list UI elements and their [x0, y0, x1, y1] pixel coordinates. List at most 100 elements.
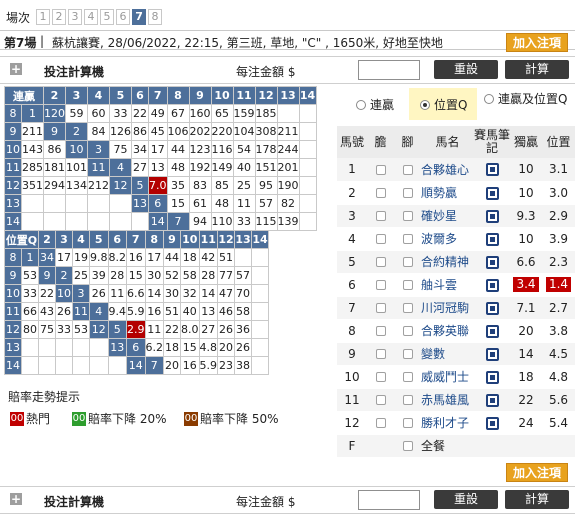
- leg-checkbox[interactable]: [402, 280, 413, 290]
- odds-cell[interactable]: 9.8: [89, 248, 109, 267]
- odds-cell[interactable]: 84: [87, 122, 110, 141]
- odds-cell[interactable]: 244: [276, 140, 300, 159]
- odds-cell[interactable]: 59: [65, 104, 88, 123]
- leg-checkbox-cell[interactable]: [394, 158, 421, 182]
- odds-cell[interactable]: 178: [254, 140, 278, 159]
- horse-name-link[interactable]: 威威鬥士: [421, 370, 469, 384]
- odds-cell[interactable]: 35: [166, 176, 190, 195]
- odds-cell[interactable]: 8.0: [180, 320, 200, 339]
- odds-cell[interactable]: 17: [148, 140, 168, 159]
- odds-cell[interactable]: 16: [126, 248, 146, 267]
- odds-cell[interactable]: 13: [198, 302, 218, 321]
- odds-cell[interactable]: 11: [107, 284, 127, 303]
- odds-cell[interactable]: 42: [198, 248, 218, 267]
- odds-cell[interactable]: 47: [217, 284, 235, 303]
- banker-checkbox[interactable]: [375, 280, 386, 290]
- banker-checkbox[interactable]: [375, 257, 386, 267]
- odds-cell[interactable]: 160: [188, 104, 212, 123]
- add-bet-button[interactable]: 加入注項: [506, 33, 568, 52]
- odds-cell[interactable]: 32: [180, 284, 200, 303]
- odds-cell[interactable]: 101: [65, 158, 88, 177]
- odds-cell[interactable]: 5.9: [198, 356, 218, 375]
- odds-cell[interactable]: 211: [21, 122, 44, 141]
- odds-cell[interactable]: 18: [163, 338, 181, 357]
- banker-checkbox-cell[interactable]: [367, 411, 394, 435]
- all-checkbox[interactable]: [402, 441, 413, 451]
- odds-cell[interactable]: 6.2: [144, 338, 164, 357]
- banker-checkbox[interactable]: [375, 164, 386, 175]
- banker-checkbox[interactable]: [375, 418, 386, 428]
- odds-cell[interactable]: 18: [180, 248, 200, 267]
- odds-cell[interactable]: 11: [144, 320, 164, 339]
- odds-cell[interactable]: 9.4: [107, 302, 127, 321]
- odds-cell[interactable]: 27: [131, 158, 149, 177]
- odds-cell[interactable]: 53: [72, 320, 90, 339]
- race-tab-1[interactable]: 1: [36, 9, 51, 25]
- odds-cell[interactable]: 33: [21, 284, 39, 303]
- odds-cell[interactable]: 14: [144, 284, 164, 303]
- leg-checkbox[interactable]: [402, 326, 413, 336]
- race-tab-3[interactable]: 3: [68, 9, 83, 25]
- odds-cell[interactable]: 181: [43, 158, 66, 177]
- leg-checkbox[interactable]: [402, 349, 413, 359]
- odds-cell[interactable]: 17: [55, 248, 73, 267]
- race-notes-icon[interactable]: [485, 255, 499, 269]
- odds-cell[interactable]: 308: [254, 122, 278, 141]
- race-tab-8[interactable]: 8: [148, 9, 163, 25]
- odds-cell[interactable]: 104: [232, 122, 256, 141]
- odds-cell[interactable]: 23: [217, 356, 235, 375]
- horse-name-link[interactable]: 舳斗雲: [421, 278, 457, 292]
- odds-cell[interactable]: 16: [180, 356, 200, 375]
- odds-cell[interactable]: 115: [254, 212, 278, 231]
- horse-name-link[interactable]: 川河冠駒: [421, 301, 469, 315]
- odds-cell[interactable]: 60: [87, 104, 110, 123]
- horse-name-link[interactable]: 順勢贏: [421, 186, 457, 200]
- odds-cell[interactable]: 36: [234, 320, 252, 339]
- odds-cell[interactable]: 34: [131, 140, 149, 159]
- odds-cell[interactable]: 80: [21, 320, 39, 339]
- odds-cell[interactable]: 70: [234, 284, 252, 303]
- banker-checkbox-cell[interactable]: [367, 388, 394, 412]
- odds-cell[interactable]: 75: [109, 140, 132, 159]
- odds-cell[interactable]: 190: [276, 176, 300, 195]
- odds-cell[interactable]: 15: [166, 194, 190, 213]
- pool-radio-both[interactable]: 連贏及位置Q: [484, 92, 574, 106]
- banker-checkbox-cell[interactable]: [367, 342, 394, 366]
- expand-plus-icon[interactable]: +: [10, 493, 22, 505]
- odds-cell[interactable]: 351: [21, 176, 44, 195]
- odds-cell[interactable]: 52: [163, 266, 181, 285]
- leg-checkbox-cell[interactable]: [394, 273, 421, 297]
- banker-checkbox[interactable]: [375, 211, 386, 221]
- odds-cell[interactable]: 58: [180, 266, 200, 285]
- horse-name-link[interactable]: 合夥英聯: [421, 324, 469, 338]
- odds-cell[interactable]: 294: [43, 176, 66, 195]
- banker-checkbox[interactable]: [375, 395, 386, 405]
- odds-cell[interactable]: 16: [144, 302, 164, 321]
- horse-name-link[interactable]: 波爾多: [421, 232, 457, 246]
- calculate-button[interactable]: 計算: [505, 490, 569, 509]
- race-notes-icon[interactable]: [485, 324, 499, 338]
- banker-checkbox-cell[interactable]: [367, 250, 394, 274]
- banker-checkbox[interactable]: [375, 372, 386, 382]
- bet-amount-input[interactable]: [358, 60, 420, 80]
- odds-cell[interactable]: 6.6: [126, 284, 146, 303]
- leg-checkbox[interactable]: [402, 303, 413, 313]
- odds-cell[interactable]: 211: [276, 122, 300, 141]
- odds-cell[interactable]: 19: [72, 248, 90, 267]
- race-notes-icon[interactable]: [485, 393, 499, 407]
- odds-cell[interactable]: 44: [163, 248, 181, 267]
- odds-cell-hot[interactable]: 2.9: [126, 320, 146, 339]
- odds-cell[interactable]: 66: [21, 302, 39, 321]
- banker-checkbox-cell[interactable]: [367, 227, 394, 251]
- odds-cell[interactable]: 13: [148, 158, 168, 177]
- odds-cell[interactable]: 83: [188, 176, 212, 195]
- leg-checkbox-cell[interactable]: [394, 227, 421, 251]
- leg-checkbox-cell[interactable]: [394, 342, 421, 366]
- odds-cell[interactable]: 86: [43, 140, 66, 159]
- reset-button[interactable]: 重設: [434, 60, 498, 79]
- leg-checkbox[interactable]: [402, 164, 413, 175]
- odds-cell[interactable]: 123: [188, 140, 212, 159]
- odds-cell[interactable]: 17: [144, 248, 164, 267]
- horse-name-link[interactable]: 變數: [421, 347, 445, 361]
- race-tab-6[interactable]: 6: [116, 9, 131, 25]
